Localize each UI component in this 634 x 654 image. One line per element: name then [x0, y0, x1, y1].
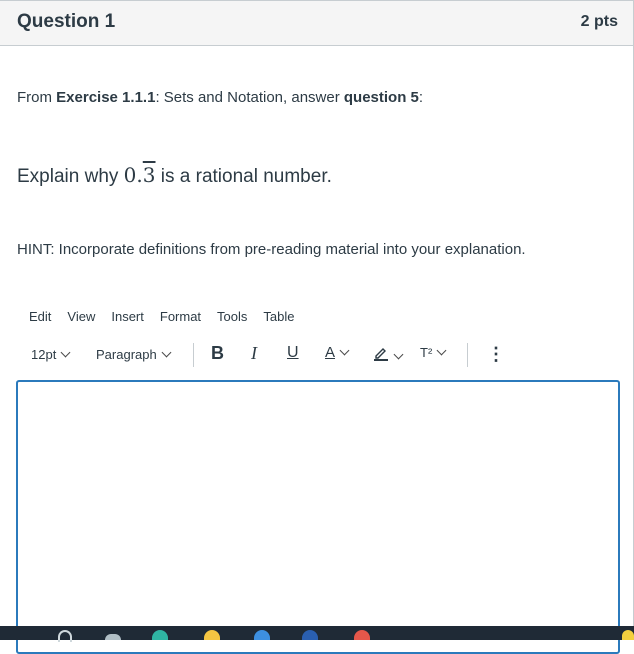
question-prompt: Explain why 0.3 is a rational number. — [17, 163, 332, 188]
math-repeating-digit: 3 — [142, 163, 156, 187]
question-intro: From Exercise 1.1.1: Sets and Notation, … — [17, 89, 423, 106]
menu-edit[interactable]: Edit — [29, 309, 51, 324]
intro-exercise: Exercise 1.1.1 — [56, 89, 156, 106]
question-hint: HINT: Incorporate definitions from pre-r… — [17, 241, 526, 258]
menu-tools[interactable]: Tools — [217, 309, 247, 324]
superscript-button[interactable]: T² — [420, 345, 447, 360]
chevron-down-icon — [436, 345, 447, 356]
bold-button[interactable]: B — [211, 343, 224, 364]
question-points: 2 pts — [580, 13, 618, 30]
menu-table[interactable]: Table — [263, 309, 294, 324]
highlight-color-button[interactable] — [373, 345, 404, 364]
search-icon[interactable] — [58, 630, 72, 642]
prompt-math: 0.3 — [124, 163, 156, 187]
store-icon[interactable] — [254, 630, 270, 640]
file-explorer-icon[interactable] — [204, 630, 220, 640]
toolbar-divider — [467, 343, 468, 367]
editor-menubar: Edit View Insert Format Tools Table — [29, 309, 310, 324]
question-title: Question 1 — [17, 11, 116, 32]
block-format-select[interactable]: Paragraph — [96, 347, 172, 362]
chevron-down-icon — [161, 347, 172, 358]
chevron-down-icon — [60, 347, 71, 358]
chevron-down-icon — [393, 349, 404, 360]
menu-view[interactable]: View — [67, 309, 95, 324]
edge-browser-icon[interactable] — [152, 630, 168, 640]
prompt-prefix: Explain why — [17, 166, 124, 187]
text-color-button[interactable]: A — [325, 344, 350, 361]
math-whole: 0. — [123, 163, 143, 187]
app-icon[interactable] — [622, 630, 634, 640]
menu-insert[interactable]: Insert — [111, 309, 144, 324]
mail-icon[interactable] — [302, 630, 318, 640]
chrome-icon[interactable] — [354, 630, 370, 640]
toolbar-divider — [193, 343, 194, 367]
more-options-button[interactable]: ⋮ — [487, 344, 505, 365]
italic-button[interactable]: I — [251, 343, 257, 364]
editor-toolbar: 12pt Paragraph B I U A T² ⋮ — [31, 343, 511, 367]
question-header: Question 1 2 pts — [0, 0, 634, 46]
prompt-suffix: is a rational number. — [155, 166, 332, 187]
highlight-pen-icon — [374, 348, 388, 361]
superscript-icon: T² — [420, 345, 433, 360]
text-color-icon: A — [325, 344, 336, 361]
menu-format[interactable]: Format — [160, 309, 201, 324]
underline-button[interactable]: U — [287, 344, 299, 362]
font-size-select[interactable]: 12pt — [31, 347, 71, 362]
intro-suffix: : — [418, 89, 424, 106]
task-view-icon[interactable] — [105, 634, 121, 640]
question-card: Question 1 2 pts From Exercise 1.1.1: Se… — [0, 0, 634, 654]
intro-prefix: From — [17, 89, 57, 106]
intro-question-number: question 5 — [343, 89, 419, 106]
block-format-value: Paragraph — [96, 347, 157, 362]
chevron-down-icon — [339, 345, 350, 356]
intro-mid: : Sets and Notation, answer — [155, 89, 344, 106]
answer-editor[interactable] — [16, 380, 620, 654]
font-size-value: 12pt — [31, 347, 57, 362]
